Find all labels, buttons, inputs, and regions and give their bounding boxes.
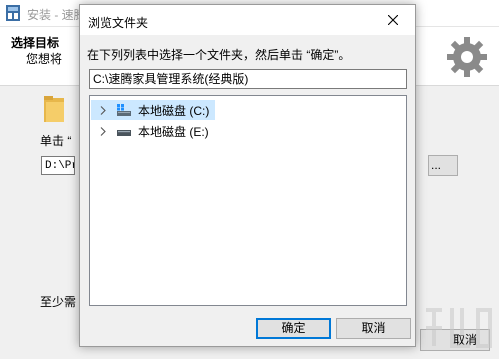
dialog-title: 浏览文件夹 (88, 16, 149, 30)
selected-path-field[interactable]: C:\速腾家具管理系统(经典版) (89, 69, 407, 89)
dialog-titlebar[interactable]: 浏览文件夹 (80, 5, 415, 35)
chevron-right-icon[interactable] (96, 121, 110, 141)
tree-item-drive-e[interactable]: 本地磁盘 (E:) (91, 121, 215, 141)
chevron-right-icon[interactable] (96, 100, 110, 120)
folder-tree[interactable]: 本地磁盘 (C:) 本地磁盘 (E:) (89, 95, 407, 306)
windows-drive-icon (117, 104, 131, 116)
close-button[interactable] (371, 5, 415, 35)
installer-click-text: 单击 “ (40, 134, 72, 148)
tree-item-drive-c[interactable]: 本地磁盘 (C:) (91, 100, 216, 120)
ok-button[interactable]: 确定 (256, 318, 331, 339)
tree-item-label: 本地磁盘 (C:) (138, 103, 210, 118)
installer-subheading: 您想将 (26, 52, 63, 66)
browse-folder-dialog: 浏览文件夹 在下列列表中选择一个文件夹，然后单击 “确定”。 C:\速腾家具管理… (79, 4, 416, 347)
installer-heading: 选择目标 (11, 36, 60, 50)
gear-icon (447, 37, 487, 77)
close-icon (388, 15, 398, 25)
installer-space-text: 至少需 (40, 295, 77, 309)
drive-icon (117, 130, 131, 136)
installer-browse-button[interactable]: ... (428, 155, 458, 176)
tree-item-label: 本地磁盘 (E:) (138, 124, 209, 139)
installer-path-field[interactable]: D:\Pr (41, 156, 75, 175)
dialog-instruction: 在下列列表中选择一个文件夹，然后单击 “确定”。 (87, 48, 351, 62)
folder-icon (44, 96, 64, 122)
cancel-button[interactable]: 取消 (336, 318, 411, 339)
installer-app-icon (6, 5, 20, 21)
